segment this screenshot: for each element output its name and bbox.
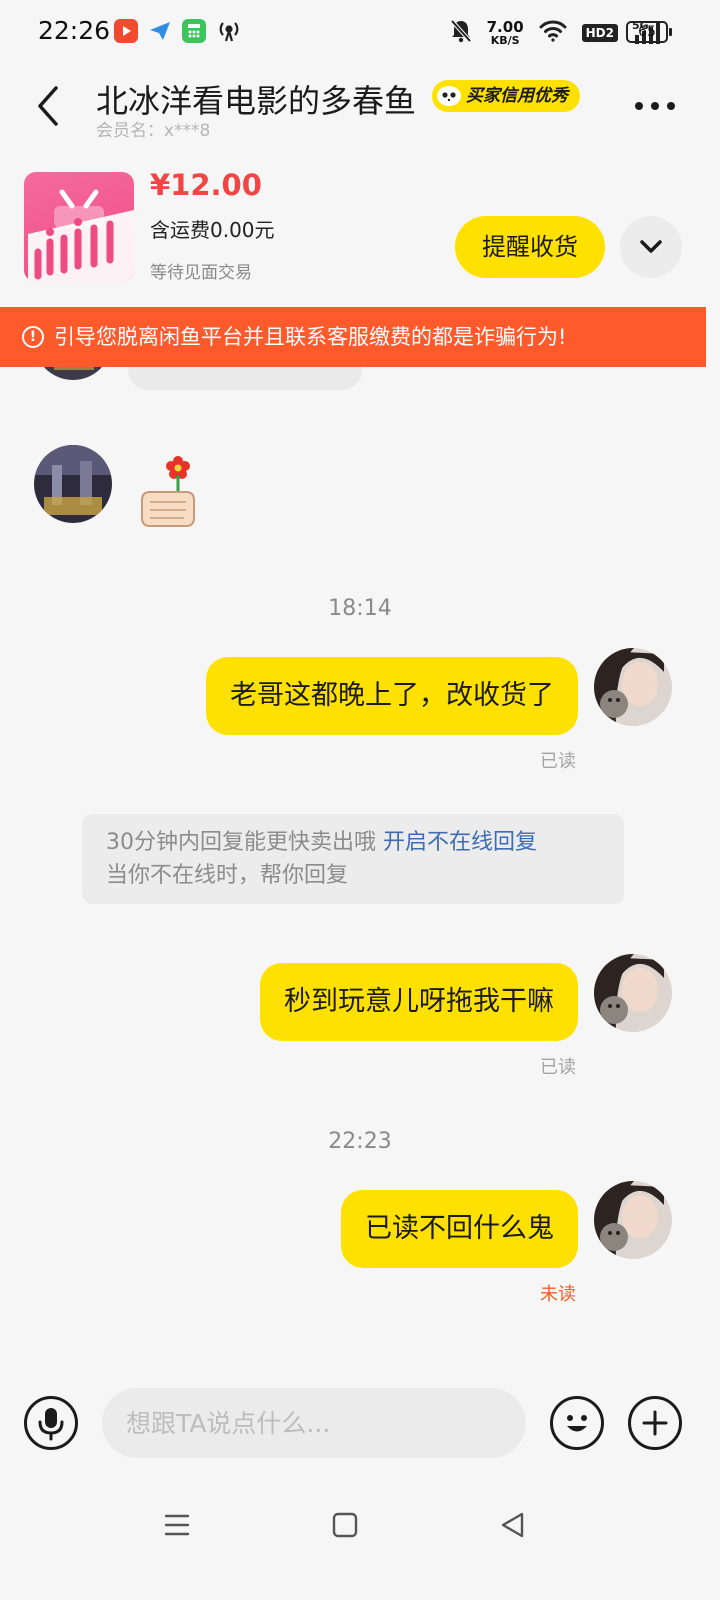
my-avatar[interactable] [594,648,672,726]
exclamation-circle-icon: ! [22,326,44,348]
fish-mascot-icon [436,83,462,109]
network-speed: 7.00 KB/S [486,17,524,47]
time-label: 18:14 [328,596,392,621]
my-avatar[interactable] [594,1181,672,1259]
tip-line-2: 当你不在线时，帮你回复 [106,863,349,888]
nav-back-button[interactable] [498,1510,528,1540]
shipping-fee: 含运费0.00元 [150,218,275,242]
hd-badge: HD2 [581,24,618,42]
menu-lines-icon [164,1514,190,1536]
square-home-icon [332,1512,358,1538]
hotspot-icon [216,18,242,44]
mute-bell-icon [449,18,473,48]
video-app-icon [114,19,138,43]
enable-offline-reply-link[interactable]: 开启不在线回复 [383,830,537,855]
read-status: 已读 [540,751,576,772]
nav-menu-button[interactable] [162,1510,192,1540]
triangle-back-icon [501,1512,524,1538]
battery-indicator: 65 [626,21,672,43]
tip-text: 30分钟内回复能更快卖出哦 [106,830,376,855]
unread-status: 未读 [540,1284,576,1305]
time-label: 22:23 [328,1129,392,1154]
smile-icon [567,1415,587,1432]
product-thumbnail[interactable] [24,172,134,282]
more-actions-button[interactable] [628,1396,682,1450]
emoji-button[interactable] [550,1396,604,1450]
plus-icon [642,1410,668,1436]
message-input[interactable] [102,1388,526,1458]
nav-home-button[interactable] [330,1510,360,1540]
back-button[interactable] [30,84,70,128]
wifi-icon [538,19,568,47]
chevron-down-icon [640,240,662,253]
product-image [28,189,134,282]
expand-button[interactable] [620,216,682,278]
sticker-message [136,454,198,530]
warning-text: 引导您脱离闲鱼平台并且联系客服缴费的都是诈骗行为! [54,325,567,349]
fraud-warning-banner: ! 引导您脱离闲鱼平台并且联系客服缴费的都是诈骗行为! [0,307,706,367]
auto-reply-tip: 30分钟内回复能更快卖出哦 开启不在线回复 当你不在线时，帮你回复 [82,814,624,904]
more-options-button[interactable] [630,92,680,120]
status-time: 22:26 [38,16,111,45]
remind-receipt-button[interactable]: 提醒收货 [455,216,605,278]
net-speed-unit: KB/S [490,33,520,47]
system-nav-bar [0,1490,720,1600]
product-price: ¥12.00 [150,168,262,202]
more-dots-icon [635,102,675,110]
voice-input-button[interactable] [24,1396,78,1450]
net-speed-value: 7.00 [486,17,524,36]
partner-avatar[interactable] [34,445,112,523]
microphone-icon [38,1408,64,1441]
my-avatar[interactable] [594,954,672,1032]
trade-status: 等待见面交易 [150,263,252,283]
my-message-bubble[interactable]: 老哥这都晚上了，改收货了 [206,657,578,735]
my-message-bubble[interactable]: 已读不回什么鬼 [341,1190,578,1268]
member-name-label: 会员名：x***8 [96,121,211,141]
tip-line-1: 30分钟内回复能更快卖出哦 开启不在线回复 [106,826,600,859]
read-status: 已读 [540,1057,576,1078]
send-app-icon [148,19,172,43]
calculator-app-icon [182,19,206,43]
chevron-left-icon [38,86,58,126]
my-message-bubble[interactable]: 秒到玩意儿呀拖我干嘛 [260,963,578,1041]
hand-flower-sticker-icon [141,456,195,527]
